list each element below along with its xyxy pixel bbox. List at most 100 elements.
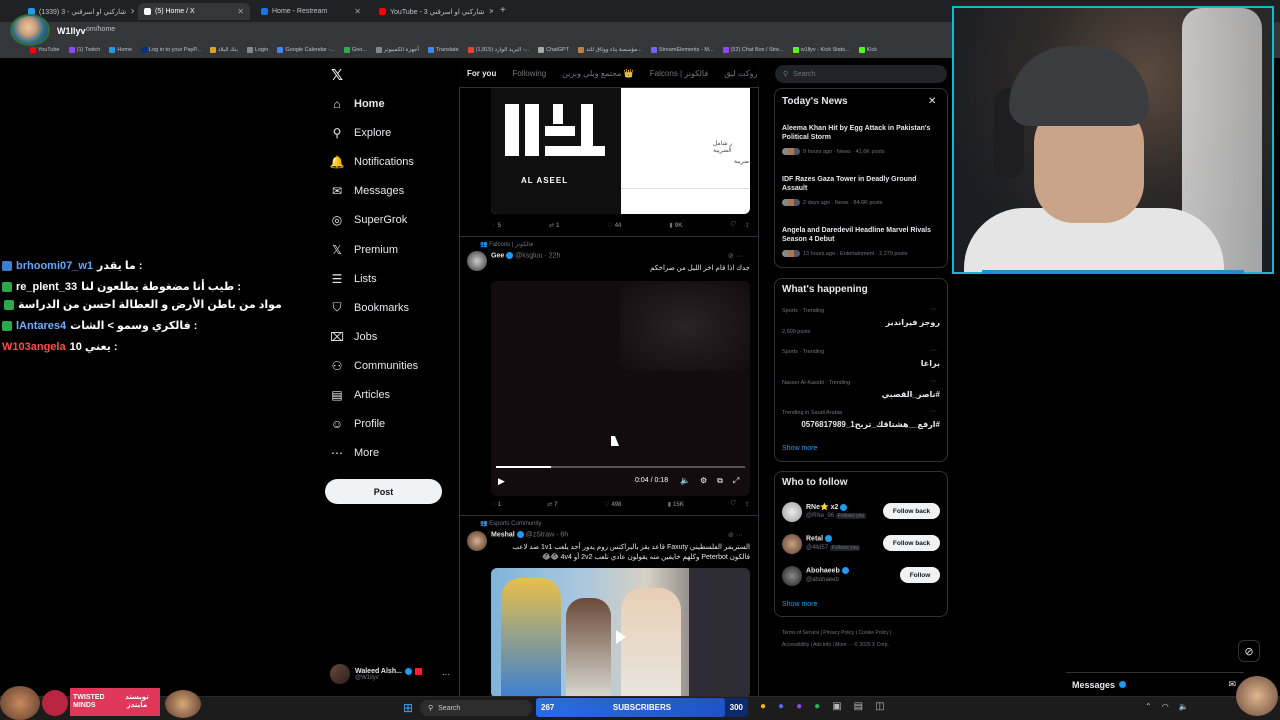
bookmark-item[interactable]: (1) Twitch xyxy=(68,47,100,53)
grok-icon[interactable]: ⊘ xyxy=(1238,640,1260,662)
close-icon[interactable]: ✕ xyxy=(354,7,361,16)
show-more-trends[interactable]: Show more xyxy=(782,445,817,452)
grok-icon[interactable]: ⊘ ··· xyxy=(728,531,743,539)
trend-name[interactable]: #ارفع__هشتاقك_تربح1_0576817989 xyxy=(801,420,940,429)
app-icon[interactable]: ◫ xyxy=(875,701,884,712)
bookmark-item[interactable]: w1llyv - Kick Stats... xyxy=(792,47,850,53)
repost-button[interactable]: ⇄ 1 xyxy=(549,222,559,230)
footer-links[interactable]: Terms of Service | Privacy Policy | Cook… xyxy=(782,630,891,636)
new-tab-icon[interactable]: + xyxy=(500,5,506,16)
follow-button[interactable]: Follow back xyxy=(883,503,940,519)
news-headline[interactable]: IDF Razes Gaza Tower in Deadly Ground As… xyxy=(782,175,942,193)
bookmark-item[interactable]: Translate xyxy=(427,47,459,53)
trend-name[interactable]: #ناصر_القصبي xyxy=(882,390,940,399)
views-button[interactable]: ▮ 15K xyxy=(668,501,684,509)
follow-button[interactable]: Follow back xyxy=(883,535,940,551)
bookmark-button[interactable]: ⛉ ⇪ xyxy=(730,501,750,508)
avatar[interactable] xyxy=(467,251,487,271)
post-author[interactable]: Gee @ksgluu · 22h xyxy=(491,252,560,259)
nav-item-supergrok[interactable]: ◎ SuperGrok xyxy=(330,209,407,231)
post-image[interactable] xyxy=(491,568,750,698)
share-icon[interactable]: ⇪ xyxy=(745,501,750,508)
post-video[interactable] xyxy=(491,281,750,496)
nav-item-communities[interactable]: ⚇ Communities xyxy=(330,355,419,377)
trend-name[interactable]: براغا xyxy=(921,359,940,368)
account-switcher[interactable]: Waleed Alsh... @W1llyv ··· xyxy=(330,660,450,688)
spotify-icon[interactable]: ● xyxy=(814,701,820,712)
wifi-icon[interactable]: ◠ xyxy=(1162,702,1169,711)
bookmark-item[interactable]: Login xyxy=(246,47,268,53)
grok-icon[interactable]: ⊘ ··· xyxy=(728,252,743,260)
avatar[interactable] xyxy=(782,566,802,586)
avatar[interactable] xyxy=(782,502,802,522)
nav-item-lists[interactable]: ☰ Lists xyxy=(330,268,377,290)
post-context[interactable]: 👥 Esports Community xyxy=(480,520,542,527)
views-button[interactable]: ▮ 9K xyxy=(669,222,682,230)
play-icon[interactable]: ▶ xyxy=(498,476,505,487)
discord-icon[interactable]: ● xyxy=(778,701,784,712)
chevron-up-icon[interactable]: ⌃ xyxy=(1145,702,1152,711)
nav-item-explore[interactable]: ⚲ Explore xyxy=(330,122,392,144)
fullscreen-icon[interactable]: ⤢ xyxy=(733,476,739,486)
more-dots-icon[interactable]: ··· xyxy=(930,306,937,313)
avatar[interactable] xyxy=(467,531,487,551)
pip-icon[interactable]: ⧉ xyxy=(717,476,723,486)
more-dots-icon[interactable]: ··· xyxy=(930,378,937,385)
bookmark-item[interactable]: (52) Chat Box / Stre... xyxy=(722,47,784,53)
like-button[interactable]: ♡ 498 xyxy=(604,501,621,509)
reply-button[interactable]: ◌ 1 xyxy=(492,501,501,508)
reply-button[interactable]: ◌ 5 xyxy=(492,222,501,229)
follow-suggestion-name[interactable]: Retal xyxy=(806,535,833,542)
nav-item-messages[interactable]: ✉ Messages xyxy=(330,180,404,202)
bookmark-item[interactable]: ChatGPT xyxy=(538,47,569,53)
more-dots-icon[interactable]: ··· xyxy=(930,347,937,354)
trend-name[interactable]: روجر فيرانديز xyxy=(886,318,940,327)
volume-icon[interactable]: 🔈 xyxy=(680,476,690,486)
close-icon[interactable]: ✕ xyxy=(928,96,936,107)
post-image[interactable]: AL ASEEL ر شامل الضريبة ضريبة xyxy=(491,88,750,214)
follow-suggestion-name[interactable]: RNe⭐ x2 xyxy=(806,503,848,511)
more-dots-icon[interactable]: ··· xyxy=(442,670,450,679)
news-headline[interactable]: Angela and Daredevil Headline Marvel Riv… xyxy=(782,226,942,244)
bookmark-item[interactable]: Google Calendar -... xyxy=(277,47,335,53)
nav-item-home[interactable]: ⌂ Home xyxy=(330,93,384,115)
timeline-tab[interactable]: For you xyxy=(467,69,496,78)
more-dots-icon[interactable]: ··· xyxy=(930,408,937,415)
volume-icon[interactable]: 🔈 xyxy=(1179,702,1189,711)
messages-drawer[interactable]: Messages ✉ xyxy=(1066,672,1244,696)
avatar[interactable] xyxy=(782,534,802,554)
follow-button[interactable]: Follow xyxy=(900,567,940,583)
nav-item-more[interactable]: ⋯ More xyxy=(330,442,379,464)
bookmark-button[interactable]: ⛉ ⇪ xyxy=(730,222,750,229)
bookmark-item[interactable]: بنك البلاد xyxy=(209,47,238,53)
settings-icon[interactable]: ⚙ xyxy=(700,476,707,486)
post-button[interactable]: Post xyxy=(325,479,442,504)
bookmark-item[interactable]: Kick xyxy=(858,47,877,53)
bookmark-item[interactable]: StreamElements - M... xyxy=(650,47,714,53)
news-headline[interactable]: Aleema Khan Hit by Egg Attack in Pakista… xyxy=(782,124,942,142)
x-logo-icon[interactable]: 𝕏 xyxy=(331,66,343,84)
bookmark-item[interactable]: مؤسسة بناء ووثاق للتد... xyxy=(578,47,642,53)
app-icon[interactable]: ● xyxy=(796,701,802,712)
taskbar-search[interactable]: ⚲ Search xyxy=(420,700,532,716)
browser-tab[interactable]: Home - Restream ✕ xyxy=(255,3,367,20)
timeline-tab[interactable]: مجتمع ويلي وبرين 👑 xyxy=(562,69,634,78)
close-icon[interactable]: ✕ xyxy=(130,7,134,16)
nav-item-jobs[interactable]: ⌧ Jobs xyxy=(330,326,377,348)
bookmark-item[interactable]: Goo... xyxy=(343,47,367,53)
windows-start-icon[interactable]: ⊞ xyxy=(403,701,413,715)
repost-button[interactable]: ⇄ 7 xyxy=(547,501,557,509)
search-input[interactable]: ⚲ Search xyxy=(775,65,947,83)
share-icon[interactable]: ⇪ xyxy=(745,222,750,229)
timeline-tab[interactable]: Falcons | فالكونز xyxy=(650,69,708,78)
compose-icon[interactable]: ✉ xyxy=(1228,679,1236,690)
url-text[interactable]: om/home xyxy=(86,26,115,33)
follow-suggestion-name[interactable]: Abohaeeb xyxy=(806,567,849,574)
nav-item-premium[interactable]: 𝕏 Premium xyxy=(330,239,398,261)
browser-tab[interactable]: YouTube - 3 شاركني او اسرقني ✕ xyxy=(373,3,493,20)
app-icon[interactable]: ▤ xyxy=(854,701,863,712)
timeline-tab[interactable]: روكت ليق | RL xyxy=(724,69,759,78)
browser-tab[interactable]: (5) Home / X ✕ xyxy=(138,3,250,20)
show-more-follow[interactable]: Show more xyxy=(782,601,817,608)
bookmark-item[interactable]: Home xyxy=(109,47,132,53)
